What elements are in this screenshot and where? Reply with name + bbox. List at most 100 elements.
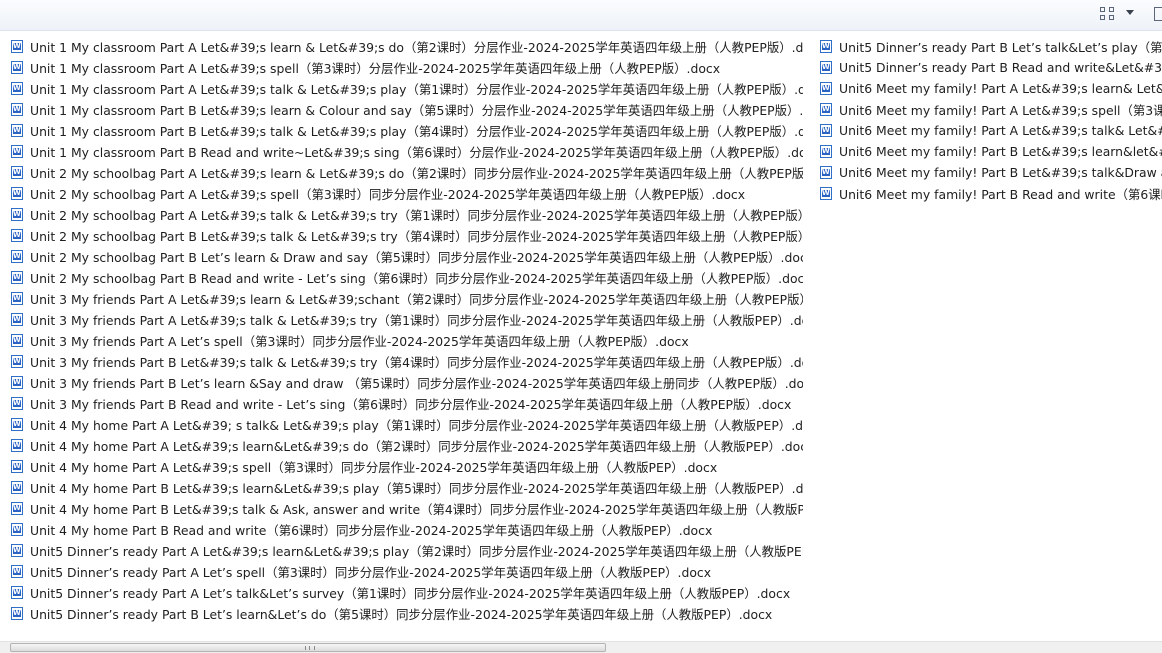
- file-item[interactable]: Unit6 Meet my family! Part A Let&#39;s t…: [817, 120, 1162, 141]
- word-document-icon: [11, 439, 23, 452]
- file-name: Unit 2 My schoolbag Part B Let’s learn &…: [30, 249, 803, 265]
- file-name: Unit 4 My home Part A Let&#39;s learn&Le…: [30, 438, 803, 454]
- file-item[interactable]: Unit 1 My classroom Part A Let&#39;s tal…: [8, 78, 803, 99]
- file-item[interactable]: Unit 2 My schoolbag Part B Read and writ…: [8, 267, 803, 288]
- file-item[interactable]: Unit 2 My schoolbag Part A Let&#39;s lea…: [8, 162, 803, 183]
- file-item[interactable]: Unit 4 My home Part B Let&#39;s learn&Le…: [8, 477, 803, 498]
- word-document-icon: [11, 229, 23, 242]
- word-document-icon: [11, 481, 23, 494]
- horizontal-scrollbar[interactable]: [0, 641, 1162, 653]
- file-name: Unit6 Meet my family! Part B Let&#39;s t…: [839, 165, 1162, 180]
- file-name: Unit 2 My schoolbag Part B Let&#39;s tal…: [30, 228, 803, 244]
- file-item[interactable]: Unit 3 My friends Part A Let&#39;s talk …: [8, 309, 803, 330]
- explorer-toolbar: [0, 0, 1162, 31]
- file-item[interactable]: Unit 3 My friends Part B Let’s learn &Sa…: [8, 372, 803, 393]
- file-name: Unit6 Meet my family! Part A Let&#39;s s…: [839, 102, 1162, 118]
- word-document-icon: [11, 82, 23, 95]
- word-document-icon: [11, 40, 23, 53]
- word-document-icon: [820, 145, 832, 158]
- word-document-icon: [11, 544, 23, 557]
- word-document-icon: [11, 397, 23, 410]
- file-item[interactable]: Unit5 Dinner’s ready Part A Let&#39;s le…: [8, 540, 803, 561]
- file-name: Unit6 Meet my family! Part A Let&#39;s l…: [839, 81, 1162, 96]
- file-item[interactable]: Unit6 Meet my family! Part B Read and wr…: [817, 183, 1162, 204]
- file-item[interactable]: Unit 2 My schoolbag Part B Let’s learn &…: [8, 246, 803, 267]
- word-document-icon: [11, 355, 23, 368]
- file-item[interactable]: Unit 2 My schoolbag Part B Let&#39;s tal…: [8, 225, 803, 246]
- file-item[interactable]: Unit 4 My home Part A Let&#39;s spell（第3…: [8, 456, 803, 477]
- file-name: Unit 1 My classroom Part A Let&#39;s spe…: [30, 60, 721, 76]
- file-item[interactable]: Unit 1 My classroom Part B Let&#39;s tal…: [8, 120, 803, 141]
- word-document-icon: [11, 103, 23, 116]
- file-name: Unit 1 My classroom Part A Let&#39;s tal…: [30, 81, 803, 97]
- file-name: Unit6 Meet my family! Part A Let&#39;s t…: [839, 123, 1162, 138]
- file-item[interactable]: Unit5 Dinner’s ready Part A Let’s spell（…: [8, 561, 803, 582]
- file-list: Unit 1 My classroom Part A Let&#39;s lea…: [0, 36, 1162, 641]
- file-item[interactable]: Unit 2 My schoolbag Part A Let&#39;s spe…: [8, 183, 803, 204]
- file-name: Unit6 Meet my family! Part B Read and wr…: [839, 186, 1162, 202]
- file-item[interactable]: Unit6 Meet my family! Part A Let&#39;s s…: [817, 99, 1162, 120]
- file-item[interactable]: Unit 3 My friends Part B Read and write …: [8, 393, 803, 414]
- word-document-icon: [11, 502, 23, 515]
- file-name: Unit 4 My home Part B Let&#39;s talk & A…: [30, 501, 803, 517]
- file-item[interactable]: Unit 1 My classroom Part B Read and writ…: [8, 141, 803, 162]
- chevron-down-icon[interactable]: [1126, 10, 1134, 15]
- view-options-icon[interactable]: [1100, 7, 1116, 21]
- file-name: Unit 2 My schoolbag Part B Read and writ…: [30, 270, 803, 286]
- file-name: Unit5 Dinner’s ready Part A Let’s talk&L…: [30, 585, 791, 601]
- file-item[interactable]: Unit 3 My friends Part A Let’s spell（第3课…: [8, 330, 803, 351]
- word-document-icon: [11, 565, 23, 578]
- word-document-icon: [11, 418, 23, 431]
- file-item[interactable]: Unit6 Meet my family! Part B Let&#39;s l…: [817, 141, 1162, 162]
- file-item[interactable]: Unit5 Dinner’s ready Part A Let’s talk&L…: [8, 582, 803, 603]
- file-item[interactable]: Unit 4 My home Part A Let&#39; s talk& L…: [8, 414, 803, 435]
- file-name: Unit5 Dinner’s ready Part B Read and wri…: [839, 60, 1162, 75]
- file-item[interactable]: Unit5 Dinner’s ready Part B Let’s talk&L…: [817, 36, 1162, 57]
- file-name: Unit 4 My home Part B Let&#39;s learn&Le…: [30, 480, 803, 496]
- word-document-icon: [820, 187, 832, 200]
- word-document-icon: [11, 250, 23, 263]
- file-name: Unit5 Dinner’s ready Part B Let’s talk&L…: [839, 39, 1162, 55]
- word-document-icon: [11, 124, 23, 137]
- word-document-icon: [11, 313, 23, 326]
- file-item[interactable]: Unit 3 My friends Part A Let&#39;s learn…: [8, 288, 803, 309]
- file-item[interactable]: Unit 4 My home Part B Read and write（第6课…: [8, 519, 803, 540]
- file-name: Unit5 Dinner’s ready Part B Let’s learn&…: [30, 606, 773, 622]
- file-name: Unit 1 My classroom Part B Read and writ…: [30, 144, 803, 160]
- file-name: Unit 3 My friends Part B Let&#39;s talk …: [30, 354, 803, 370]
- file-item[interactable]: Unit6 Meet my family! Part A Let&#39;s l…: [817, 78, 1162, 99]
- file-name: Unit5 Dinner’s ready Part A Let’s spell（…: [30, 564, 712, 580]
- file-item[interactable]: Unit5 Dinner’s ready Part B Let’s learn&…: [8, 603, 803, 624]
- file-item[interactable]: Unit 4 My home Part A Let&#39;s learn&Le…: [8, 435, 803, 456]
- file-item[interactable]: Unit 4 My home Part B Let&#39;s talk & A…: [8, 498, 803, 519]
- file-name: Unit 1 My classroom Part B Let&#39;s lea…: [30, 102, 803, 118]
- word-document-icon: [11, 166, 23, 179]
- scrollbar-thumb[interactable]: [10, 643, 606, 652]
- word-document-icon: [11, 61, 23, 74]
- file-name: Unit6 Meet my family! Part B Let&#39;s l…: [839, 144, 1162, 159]
- word-document-icon: [11, 271, 23, 284]
- word-document-icon: [11, 376, 23, 389]
- file-item[interactable]: Unit 3 My friends Part B Let&#39;s talk …: [8, 351, 803, 372]
- word-document-icon: [820, 166, 832, 179]
- file-name: Unit 1 My classroom Part A Let&#39;s lea…: [30, 39, 803, 55]
- file-name: Unit 3 My friends Part A Let&#39;s talk …: [30, 312, 803, 328]
- file-column-1: Unit 1 My classroom Part A Let&#39;s lea…: [8, 36, 803, 624]
- file-item[interactable]: Unit 2 My schoolbag Part A Let&#39;s tal…: [8, 204, 803, 225]
- file-item[interactable]: Unit 1 My classroom Part A Let&#39;s spe…: [8, 57, 803, 78]
- file-item[interactable]: Unit6 Meet my family! Part B Let&#39;s t…: [817, 162, 1162, 183]
- word-document-icon: [11, 145, 23, 158]
- word-document-icon: [11, 460, 23, 473]
- word-document-icon: [820, 82, 832, 95]
- preview-pane-icon[interactable]: [1154, 7, 1162, 21]
- file-item[interactable]: Unit5 Dinner’s ready Part B Read and wri…: [817, 57, 1162, 78]
- word-document-icon: [820, 103, 832, 116]
- file-name: Unit 2 My schoolbag Part A Let&#39;s spe…: [30, 186, 746, 202]
- file-item[interactable]: Unit 1 My classroom Part B Let&#39;s lea…: [8, 99, 803, 120]
- word-document-icon: [820, 61, 832, 74]
- file-item[interactable]: Unit 1 My classroom Part A Let&#39;s lea…: [8, 36, 803, 57]
- word-document-icon: [820, 40, 832, 53]
- word-document-icon: [11, 292, 23, 305]
- file-name: Unit 3 My friends Part A Let’s spell（第3课…: [30, 333, 689, 349]
- word-document-icon: [11, 523, 23, 536]
